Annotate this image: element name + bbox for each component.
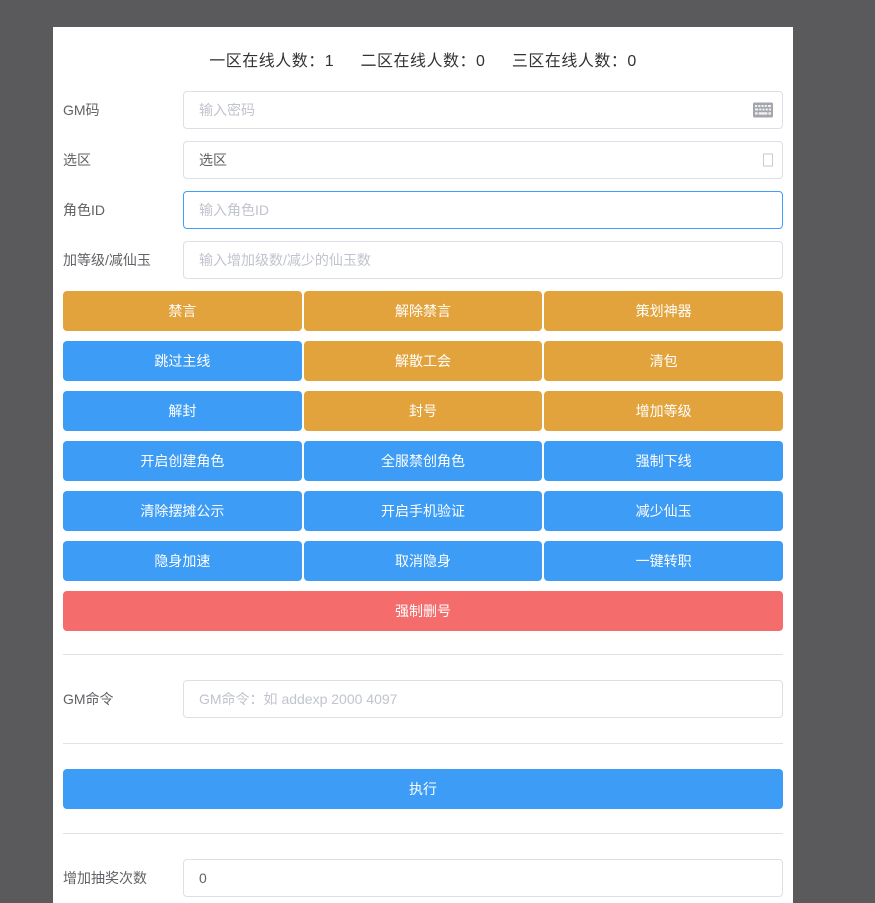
gm-command-input[interactable] [183, 680, 783, 718]
gm-action-button[interactable]: 一键转职 [544, 541, 783, 581]
gm-action-button[interactable]: 开启手机验证 [304, 491, 543, 531]
zone3-online-count: 三区在线人数：0 [512, 53, 637, 70]
lottery-count-label: 增加抽奖次数 [63, 868, 183, 888]
zone-select[interactable]: 选区 [183, 141, 783, 179]
gm-admin-panel: 一区在线人数：1 二区在线人数：0 三区在线人数：0 GM码 [53, 27, 793, 903]
lottery-count-input[interactable] [183, 859, 783, 897]
gm-action-button[interactable]: 清包 [544, 341, 783, 381]
gm-code-label: GM码 [63, 100, 183, 120]
divider [63, 743, 783, 744]
gm-action-button[interactable]: 跳过主线 [63, 341, 302, 381]
level-jade-label: 加等级/减仙玉 [63, 250, 183, 270]
divider [63, 654, 783, 655]
zone-select-label: 选区 [63, 150, 183, 170]
zone1-online-count: 一区在线人数：1 [209, 53, 334, 70]
gm-action-button[interactable]: 解封 [63, 391, 302, 431]
role-id-label: 角色ID [63, 200, 183, 220]
divider [63, 833, 783, 834]
gm-action-button[interactable]: 禁言 [63, 291, 302, 331]
gm-command-row: GM命令 [63, 680, 783, 718]
level-jade-row: 加等级/减仙玉 [63, 241, 783, 279]
zone2-online-count: 二区在线人数：0 [361, 53, 486, 70]
gm-action-button[interactable]: 清除摆摊公示 [63, 491, 302, 531]
gm-code-input[interactable] [183, 91, 783, 129]
gm-action-button[interactable]: 增加等级 [544, 391, 783, 431]
gm-action-button[interactable]: 解除禁言 [304, 291, 543, 331]
gm-action-button[interactable]: 开启创建角色 [63, 441, 302, 481]
role-id-input[interactable] [183, 191, 783, 229]
level-jade-input[interactable] [183, 241, 783, 279]
zone-select-row: 选区 选区 [63, 141, 783, 179]
gm-action-button[interactable]: 封号 [304, 391, 543, 431]
gm-action-button[interactable]: 取消隐身 [304, 541, 543, 581]
gm-action-button[interactable]: 减少仙玉 [544, 491, 783, 531]
lottery-count-row: 增加抽奖次数 [63, 859, 783, 897]
gm-code-row: GM码 [63, 91, 783, 129]
role-id-row: 角色ID [63, 191, 783, 229]
online-status-bar: 一区在线人数：1 二区在线人数：0 三区在线人数：0 [63, 27, 783, 91]
gm-command-label: GM命令 [63, 689, 183, 709]
gm-action-button[interactable]: 隐身加速 [63, 541, 302, 581]
gm-action-button[interactable]: 解散工会 [304, 341, 543, 381]
gm-button-grid: 禁言解除禁言策划神器跳过主线解散工会清包解封封号增加等级开启创建角色全服禁创角色… [63, 291, 783, 581]
execute-button[interactable]: 执行 [63, 769, 783, 809]
gm-action-button[interactable]: 策划神器 [544, 291, 783, 331]
force-delete-button[interactable]: 强制删号 [63, 591, 783, 631]
gm-action-button[interactable]: 全服禁创角色 [304, 441, 543, 481]
gm-action-button[interactable]: 强制下线 [544, 441, 783, 481]
